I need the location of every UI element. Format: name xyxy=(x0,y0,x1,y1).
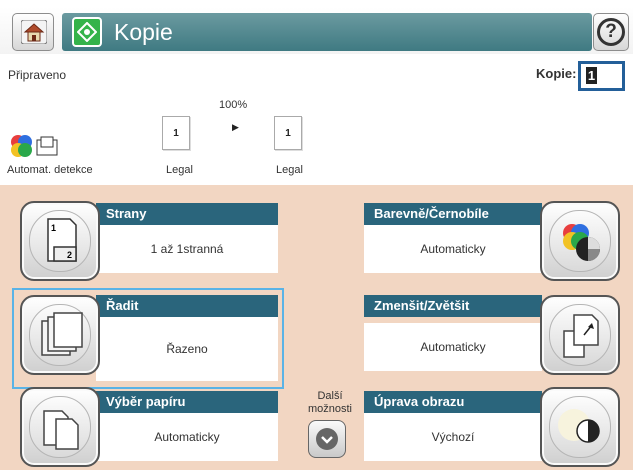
copies-value: 1 xyxy=(586,67,597,84)
auto-detect-icon xyxy=(11,135,58,157)
collate-icon xyxy=(20,295,100,375)
chevron-down-icon xyxy=(316,428,338,450)
copy-icon xyxy=(72,17,102,47)
more-options-label-line2: možnosti xyxy=(307,403,353,415)
status-panel: Připraveno Kopie: 1 100% ▶ Automat. dete… xyxy=(0,54,633,184)
sides-title: Strany xyxy=(96,203,278,225)
color-value: Automaticky xyxy=(364,225,542,273)
copy-settings-panel: Strany 1 až 1stranná 1 2 Řadit Řazeno Vý… xyxy=(0,185,633,470)
svg-text:1: 1 xyxy=(51,223,56,233)
auto-detect-label: Automat. detekce xyxy=(7,164,93,176)
image-adjust-value: Výchozí xyxy=(364,413,542,461)
output-size-label: Legal xyxy=(276,164,303,176)
collate-title: Řadit xyxy=(96,295,278,317)
output-page-icon: 1 xyxy=(274,116,302,150)
arrow-right-icon: ▶ xyxy=(232,122,239,132)
status-text: Připraveno xyxy=(8,68,67,82)
source-page-icon: 1 xyxy=(162,116,190,150)
home-button[interactable] xyxy=(12,13,54,51)
reduce-enlarge-value: Automaticky xyxy=(364,323,542,371)
paper-select-value: Automaticky xyxy=(96,413,278,461)
sides-value: 1 až 1stranná xyxy=(96,225,278,273)
scale-value: 100% xyxy=(219,99,248,111)
sides-icon: 1 2 xyxy=(20,201,100,281)
help-icon: ? xyxy=(597,18,625,46)
copies-input[interactable]: 1 xyxy=(578,61,625,91)
more-options-label: Další možnosti xyxy=(295,390,365,416)
title-bar: Kopie ? xyxy=(0,0,633,54)
paper-select-title: Výběr papíru xyxy=(96,391,278,413)
title-area: Kopie xyxy=(62,13,592,51)
copies-label: Kopie: xyxy=(536,66,577,81)
more-options-button[interactable] xyxy=(308,420,346,458)
svg-text:2: 2 xyxy=(67,250,72,260)
reduce-enlarge-title: Zmenšit/Zvětšit xyxy=(364,295,542,317)
reduce-enlarge-icon xyxy=(540,295,620,375)
collate-value: Řazeno xyxy=(96,317,278,381)
image-adjust-icon xyxy=(540,387,620,467)
source-size-label: Legal xyxy=(166,164,193,176)
more-options-label-line1: Další xyxy=(317,390,343,402)
home-icon xyxy=(21,20,47,44)
image-adjust-title: Úprava obrazu xyxy=(364,391,542,413)
help-button[interactable]: ? xyxy=(593,13,629,51)
paper-select-icon xyxy=(20,387,100,467)
color-icon xyxy=(540,201,620,281)
color-title: Barevně/Černobíle xyxy=(364,203,542,225)
page-title: Kopie xyxy=(114,19,173,45)
